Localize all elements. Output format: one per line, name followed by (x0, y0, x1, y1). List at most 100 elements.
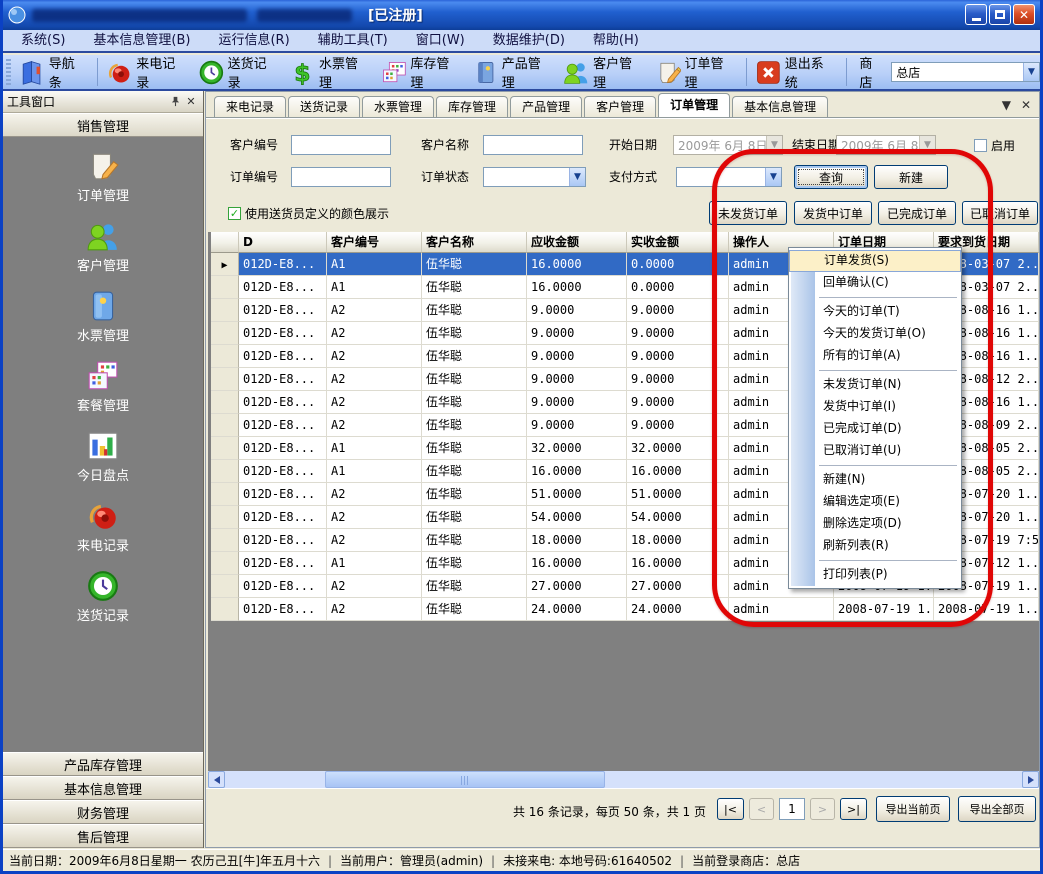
col-received[interactable]: 实收金额 (627, 232, 729, 253)
toolbar-delivery-log-button[interactable]: 送货记录 (194, 51, 285, 93)
checkbox-check-icon[interactable]: ✓ (228, 207, 241, 220)
toolbar-nav-button[interactable]: 导航条 (15, 51, 93, 93)
close-button[interactable]: ✕ (1013, 4, 1035, 25)
toolbar-product-button[interactable]: 产品管理 (468, 51, 559, 93)
table-row[interactable]: ▶ 012D-E8... A2 伍华聪 24.0000 24.0000 admi… (211, 598, 1039, 621)
end-date-select[interactable]: 2009年 6月 8日 ▼ (836, 135, 936, 155)
sidebar-section-sales[interactable]: 销售管理 (3, 113, 203, 137)
row-selector-cell[interactable]: ▶ (211, 276, 239, 299)
tab[interactable]: 库存管理 (436, 96, 508, 117)
cancelled-orders-button[interactable]: 已取消订单 (962, 201, 1038, 225)
menu-item[interactable]: 辅助工具(T) (304, 30, 402, 51)
context-menu-item[interactable]: 今天的发货订单(O) (789, 323, 961, 345)
row-selector-cell[interactable]: ▶ (211, 368, 239, 391)
context-menu-item[interactable]: 编辑选定项(E) (789, 491, 961, 513)
start-date-select[interactable]: 2009年 6月 8日 ▼ (673, 135, 783, 155)
chevron-down-icon[interactable]: ▼ (1023, 63, 1039, 81)
row-selector-cell[interactable]: ▶ (211, 437, 239, 460)
sidebar-item-delivery-log[interactable]: 送货记录 (77, 569, 129, 624)
toolbar-order-button[interactable]: 订单管理 (651, 51, 742, 93)
pay-method-select[interactable]: ▼ (676, 167, 782, 187)
order-status-select[interactable]: ▼ (483, 167, 586, 187)
sidebar-item-water-ticket[interactable]: 水票管理 (77, 289, 129, 344)
menu-item[interactable]: 帮助(H) (579, 30, 653, 51)
export-current-page-button[interactable]: 导出当前页 (876, 796, 950, 822)
context-menu-item[interactable]: 刷新列表(R) (789, 535, 961, 557)
scroll-left-icon[interactable] (208, 771, 225, 788)
checkbox-box[interactable] (974, 139, 987, 152)
shipping-orders-button[interactable]: 发货中订单 (794, 201, 872, 225)
order-no-input[interactable] (291, 167, 391, 187)
customer-no-input[interactable] (291, 135, 391, 155)
maximize-button[interactable] (989, 4, 1011, 25)
row-selector-cell[interactable]: ▶ (211, 483, 239, 506)
context-menu-item[interactable]: 新建(N) (789, 469, 961, 491)
row-selector-cell[interactable]: ▶ (211, 575, 239, 598)
toolbar-call-log-button[interactable]: 来电记录 (102, 51, 193, 93)
minimize-button[interactable] (965, 4, 987, 25)
col-customer-no[interactable]: 客户编号 (327, 232, 422, 253)
page-number-input[interactable]: 1 (779, 798, 805, 820)
chevron-down-icon[interactable]: ▼ (765, 168, 781, 186)
context-menu-item[interactable]: 已完成订单(D) (789, 418, 961, 440)
next-page-button[interactable]: > (810, 798, 835, 820)
row-selector-cell[interactable]: ▶ (211, 253, 239, 276)
toolbar-water-ticket-button[interactable]: $ 水票管理 (285, 51, 376, 93)
toolbar-inventory-button[interactable]: 库存管理 (377, 51, 468, 93)
context-menu-item[interactable]: 今天的订单(T) (789, 301, 961, 323)
context-menu-item[interactable]: 打印列表(P) (789, 564, 961, 586)
shop-select[interactable]: 总店 ▼ (891, 62, 1040, 82)
row-selector-cell[interactable]: ▶ (211, 322, 239, 345)
row-selector-cell[interactable]: ▶ (211, 529, 239, 552)
row-selector-cell[interactable]: ▶ (211, 345, 239, 368)
col-receivable[interactable]: 应收金额 (527, 232, 627, 253)
sidebar-section-button[interactable]: 财务管理 (3, 800, 203, 824)
row-selector-cell[interactable]: ▶ (211, 299, 239, 322)
scrollbar-thumb[interactable] (325, 771, 605, 788)
sidebar-section-button[interactable]: 基本信息管理 (3, 776, 203, 800)
row-selector-cell[interactable]: ▶ (211, 598, 239, 621)
menu-item[interactable]: 数据维护(D) (479, 30, 579, 51)
pin-icon[interactable] (167, 94, 183, 110)
tab[interactable]: 订单管理 (658, 93, 730, 117)
toolbar-exit-button[interactable]: 退出系统 (751, 51, 842, 93)
sidebar-item-call-log[interactable]: 来电记录 (77, 499, 129, 554)
col-customer-name[interactable]: 客户名称 (422, 232, 527, 253)
unshipped-orders-button[interactable]: 未发货订单 (709, 201, 787, 225)
horizontal-scrollbar[interactable] (208, 771, 1039, 788)
chevron-down-icon[interactable]: ▼ (569, 168, 585, 186)
menu-item[interactable]: 系统(S) (7, 30, 79, 51)
context-menu-item[interactable]: 删除选定项(D) (789, 513, 961, 535)
color-display-checkbox[interactable]: ✓ 使用送货员定义的颜色展示 (228, 203, 389, 223)
first-page-button[interactable]: |< (717, 798, 744, 820)
context-menu-item[interactable]: 订单发货(S) (789, 250, 961, 272)
row-selector-cell[interactable]: ▶ (211, 414, 239, 437)
scroll-right-icon[interactable] (1022, 771, 1039, 788)
tab-close-icon[interactable]: ✕ (1021, 98, 1031, 112)
menu-item[interactable]: 窗口(W) (402, 30, 479, 51)
tab[interactable]: 送货记录 (288, 96, 360, 117)
export-all-pages-button[interactable]: 导出全部页 (958, 796, 1036, 822)
last-page-button[interactable]: >| (840, 798, 867, 820)
enable-checkbox[interactable]: 启用 (974, 135, 1015, 155)
context-menu-item[interactable]: 所有的订单(A) (789, 345, 961, 367)
row-selector-cell[interactable]: ▶ (211, 552, 239, 575)
context-menu-item[interactable]: 发货中订单(I) (789, 396, 961, 418)
tab[interactable]: 客户管理 (584, 96, 656, 117)
prev-page-button[interactable]: < (749, 798, 774, 820)
context-menu-item[interactable]: 未发货订单(N) (789, 374, 961, 396)
tab[interactable]: 水票管理 (362, 96, 434, 117)
sidebar-item-daily-stock[interactable]: 今日盘点 (77, 429, 129, 484)
row-selector-cell[interactable]: ▶ (211, 460, 239, 483)
sidebar-item-order[interactable]: 订单管理 (77, 149, 129, 204)
completed-orders-button[interactable]: 已完成订单 (878, 201, 956, 225)
sidebar-section-button[interactable]: 售后管理 (3, 824, 203, 848)
new-button[interactable]: 新建 (874, 165, 948, 189)
sidebar-section-button[interactable]: 产品库存管理 (3, 752, 203, 776)
query-button[interactable]: 查询 (794, 165, 868, 189)
tab[interactable]: 来电记录 (214, 96, 286, 117)
row-selector-cell[interactable]: ▶ (211, 506, 239, 529)
row-selector-cell[interactable]: ▶ (211, 391, 239, 414)
menu-item[interactable]: 基本信息管理(B) (79, 30, 204, 51)
sidebar-item-customer[interactable]: 客户管理 (77, 219, 129, 274)
